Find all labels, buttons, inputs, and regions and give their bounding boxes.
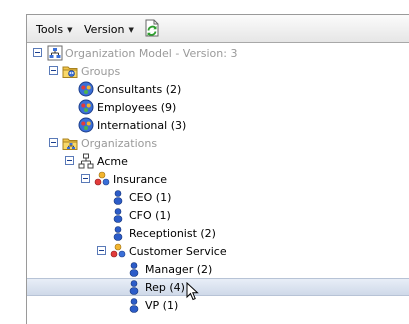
tree-node-label: Receptionist (2) xyxy=(129,227,216,240)
org-model-icon xyxy=(47,45,63,61)
version-menu[interactable]: Version ▼ xyxy=(84,23,134,36)
tree-node-label: International (3) xyxy=(97,119,187,132)
tree-node-position[interactable]: Receptionist (2) xyxy=(27,224,409,242)
toolbar: Tools ▼ Version ▼ xyxy=(27,15,409,43)
collapse-toggle-icon[interactable] xyxy=(97,246,106,255)
group-icon xyxy=(78,81,94,97)
collapse-toggle-icon[interactable] xyxy=(49,66,58,75)
tree-node-insurance[interactable]: Insurance xyxy=(27,170,409,188)
tree-node-label: Organization Model - Version: 3 xyxy=(65,47,238,60)
org-unit-icon xyxy=(94,171,110,186)
mouse-pointer-icon xyxy=(186,282,199,301)
tree-node-label: Consultants (2) xyxy=(97,83,182,96)
org-unit-icon xyxy=(110,243,126,258)
tree-node-label: CFO (1) xyxy=(129,209,171,222)
tree-node-position[interactable]: CFO (1) xyxy=(27,206,409,224)
tree-node-group[interactable]: International (3) xyxy=(27,116,409,134)
tree-node-position-selected[interactable]: Rep (4) xyxy=(27,278,409,296)
org-tree: Organization Model - Version: 3 Groups C xyxy=(27,43,409,324)
refresh-page-icon[interactable] xyxy=(142,18,162,38)
tree-node-groups[interactable]: Groups xyxy=(27,62,409,80)
tree-node-label: Rep (4) xyxy=(145,281,185,294)
version-menu-label: Version xyxy=(84,23,125,36)
group-icon xyxy=(78,99,94,115)
collapse-toggle-icon[interactable] xyxy=(49,138,58,147)
tree-node-position[interactable]: Manager (2) xyxy=(27,260,409,278)
tree-node-label: Customer Service xyxy=(129,245,227,258)
group-icon xyxy=(78,117,94,133)
tree-node-label: Groups xyxy=(81,65,121,78)
tree-node-label: Insurance xyxy=(113,173,167,186)
org-model-panel: Tools ▼ Version ▼ Organization Model - V… xyxy=(26,14,409,324)
tools-dropdown-arrow-icon: ▼ xyxy=(67,25,73,34)
tree-node-label: Manager (2) xyxy=(145,263,213,276)
person-icon xyxy=(113,208,123,223)
tree-node-org-model[interactable]: Organization Model - Version: 3 xyxy=(27,44,409,62)
tree-node-position[interactable]: VP (1) xyxy=(27,296,409,314)
collapse-toggle-icon[interactable] xyxy=(81,174,90,183)
tree-node-group[interactable]: Employees (9) xyxy=(27,98,409,116)
version-dropdown-arrow-icon: ▼ xyxy=(128,25,134,34)
tree-node-label: Organizations xyxy=(81,137,158,150)
tools-menu-label: Tools xyxy=(36,23,64,36)
person-icon xyxy=(129,280,139,295)
tree-node-customer-service[interactable]: Customer Service xyxy=(27,242,409,260)
org-chart-icon xyxy=(78,153,94,169)
tree-node-label: Employees (9) xyxy=(97,101,177,114)
person-icon xyxy=(113,190,123,205)
folder-group-icon xyxy=(62,66,78,78)
tools-menu[interactable]: Tools ▼ xyxy=(36,23,73,36)
folder-org-icon xyxy=(62,138,78,150)
tree-node-position[interactable]: CEO (1) xyxy=(27,188,409,206)
tree-node-label: CEO (1) xyxy=(129,191,172,204)
person-icon xyxy=(113,226,123,241)
person-icon xyxy=(129,262,139,277)
collapse-toggle-icon[interactable] xyxy=(33,48,42,57)
collapse-toggle-icon[interactable] xyxy=(65,156,74,165)
tree-node-label: VP (1) xyxy=(145,299,179,312)
person-icon xyxy=(129,298,139,313)
tree-node-group[interactable]: Consultants (2) xyxy=(27,80,409,98)
tree-node-label: Acme xyxy=(97,155,128,168)
tree-node-organizations[interactable]: Organizations xyxy=(27,134,409,152)
tree-node-acme[interactable]: Acme xyxy=(27,152,409,170)
